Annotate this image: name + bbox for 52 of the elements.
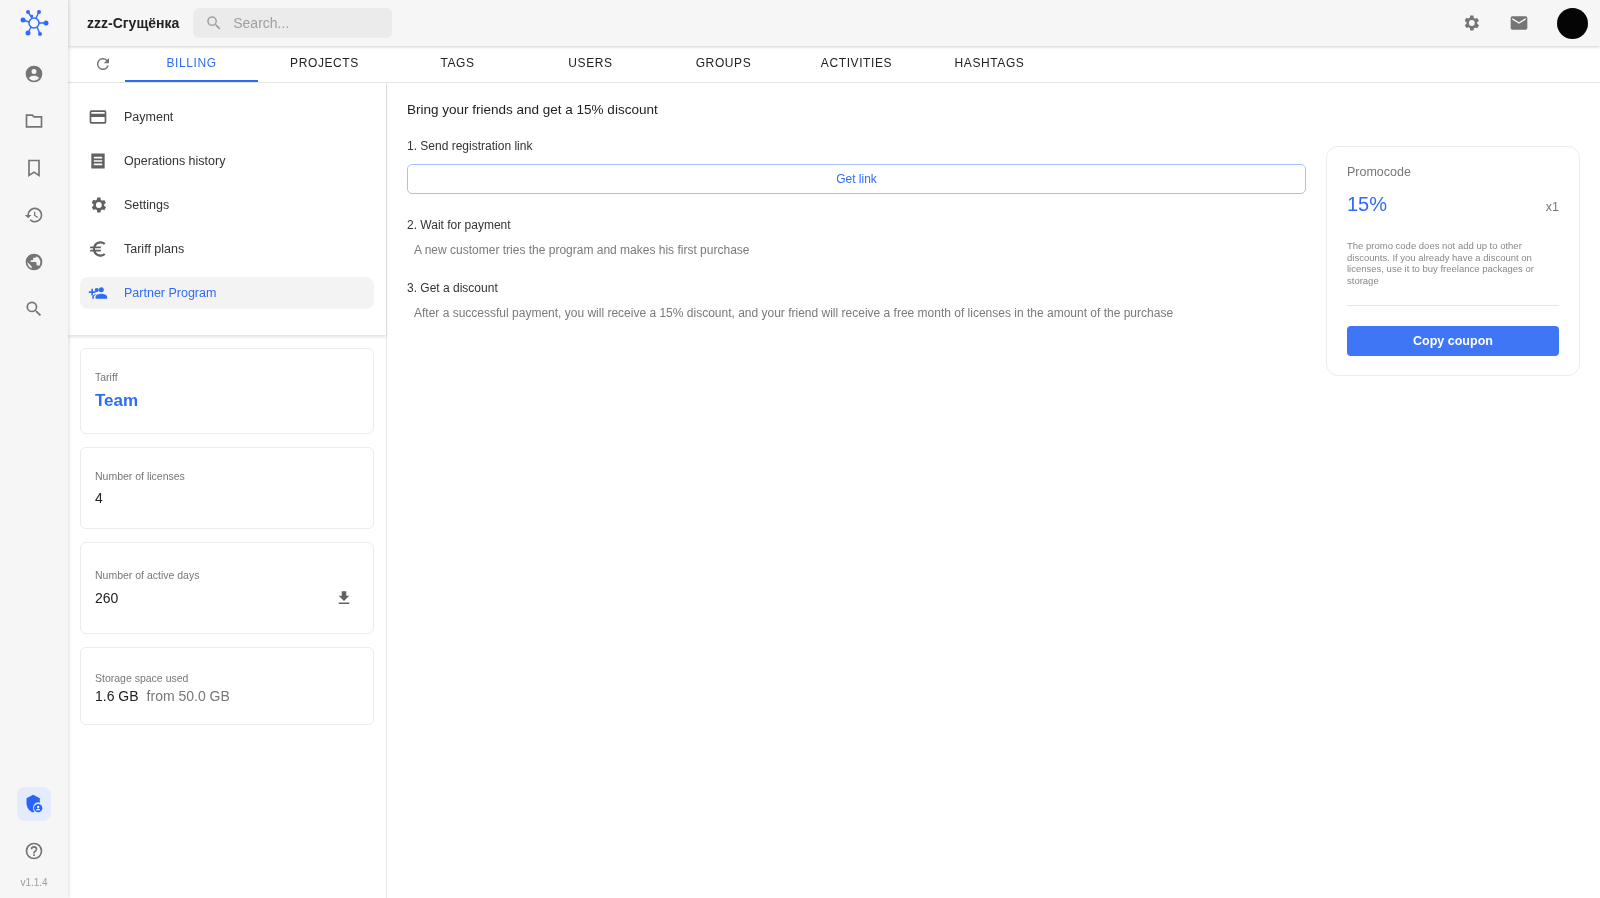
molecule-logo[interactable] bbox=[19, 8, 49, 38]
step-title: 1. Send registration link bbox=[407, 139, 534, 153]
partner-title: Bring your friends and get a 15% discount bbox=[407, 102, 659, 117]
tab[interactable]: HASHTAGS bbox=[923, 46, 1056, 82]
menu-item[interactable]: Partner Program bbox=[80, 277, 374, 309]
tab[interactable]: TAGS bbox=[391, 46, 524, 82]
discount-value: 15% bbox=[1347, 193, 1388, 216]
promo-note: The promo code does not add up to other discounts. If you already have a discount on licenses, use it to buy freelance packages or storage bbox=[1347, 240, 1559, 306]
menu-item[interactable]: Payment bbox=[80, 101, 374, 133]
coupon-count: x1 bbox=[1545, 200, 1559, 214]
receipt-icon bbox=[88, 151, 108, 171]
menu-item[interactable]: Settings bbox=[80, 189, 374, 221]
credit-card-icon bbox=[88, 107, 108, 127]
storage-total: from 50.0 GB bbox=[146, 688, 230, 704]
card-label: Tariff bbox=[95, 371, 119, 383]
folder-icon bbox=[24, 111, 44, 131]
globe-icon bbox=[24, 252, 44, 272]
card-label: Storage space used bbox=[95, 672, 190, 684]
mail-button[interactable] bbox=[1509, 13, 1529, 33]
copy-coupon-button[interactable]: Copy coupon bbox=[1347, 326, 1559, 356]
account-icon bbox=[24, 64, 44, 84]
tab[interactable]: BILLING bbox=[125, 46, 258, 82]
workspace-name: zzz-Сгущёнка bbox=[87, 15, 180, 31]
tab[interactable]: PROJECTS bbox=[258, 46, 391, 82]
tab[interactable]: ACTIVITIES bbox=[790, 46, 923, 82]
euro-icon bbox=[88, 239, 108, 259]
card-value: 260 bbox=[95, 590, 119, 606]
promo-label: Promocode bbox=[1347, 165, 1412, 179]
tab[interactable]: GROUPS bbox=[657, 46, 790, 82]
avatar[interactable] bbox=[1557, 7, 1588, 39]
refresh-icon bbox=[94, 55, 112, 73]
storage-used: 1.6 GB bbox=[95, 688, 139, 704]
get-link-button[interactable]: Get link bbox=[407, 164, 1306, 194]
step-title: 2. Wait for payment bbox=[407, 218, 512, 232]
mail-icon bbox=[1509, 13, 1529, 33]
tariff-value: Team bbox=[95, 391, 140, 411]
help-icon bbox=[24, 841, 44, 861]
rail-button[interactable] bbox=[17, 787, 51, 821]
step-title: 3. Get a discount bbox=[407, 281, 499, 295]
menu-item[interactable]: Tariff plans bbox=[80, 233, 374, 265]
step-description: After a successful payment, you will receive a 15% discount, and your friend will receive a free month of licenses in the amount of the purchase bbox=[413, 306, 1175, 320]
tab[interactable]: USERS bbox=[524, 46, 657, 82]
version-label: v1.1.4 bbox=[20, 877, 48, 888]
shield-user-icon bbox=[24, 794, 44, 814]
search-field[interactable]: Search... bbox=[193, 8, 393, 38]
search-icon bbox=[24, 299, 44, 319]
menu-item[interactable]: Operations history bbox=[80, 145, 374, 177]
step-description: A new customer tries the program and makes his first purchase bbox=[413, 243, 751, 257]
history-icon bbox=[24, 205, 44, 225]
card-label: Number of licenses bbox=[95, 470, 186, 482]
card-value: 4 bbox=[95, 490, 104, 506]
card-label: Number of active days bbox=[95, 569, 201, 581]
